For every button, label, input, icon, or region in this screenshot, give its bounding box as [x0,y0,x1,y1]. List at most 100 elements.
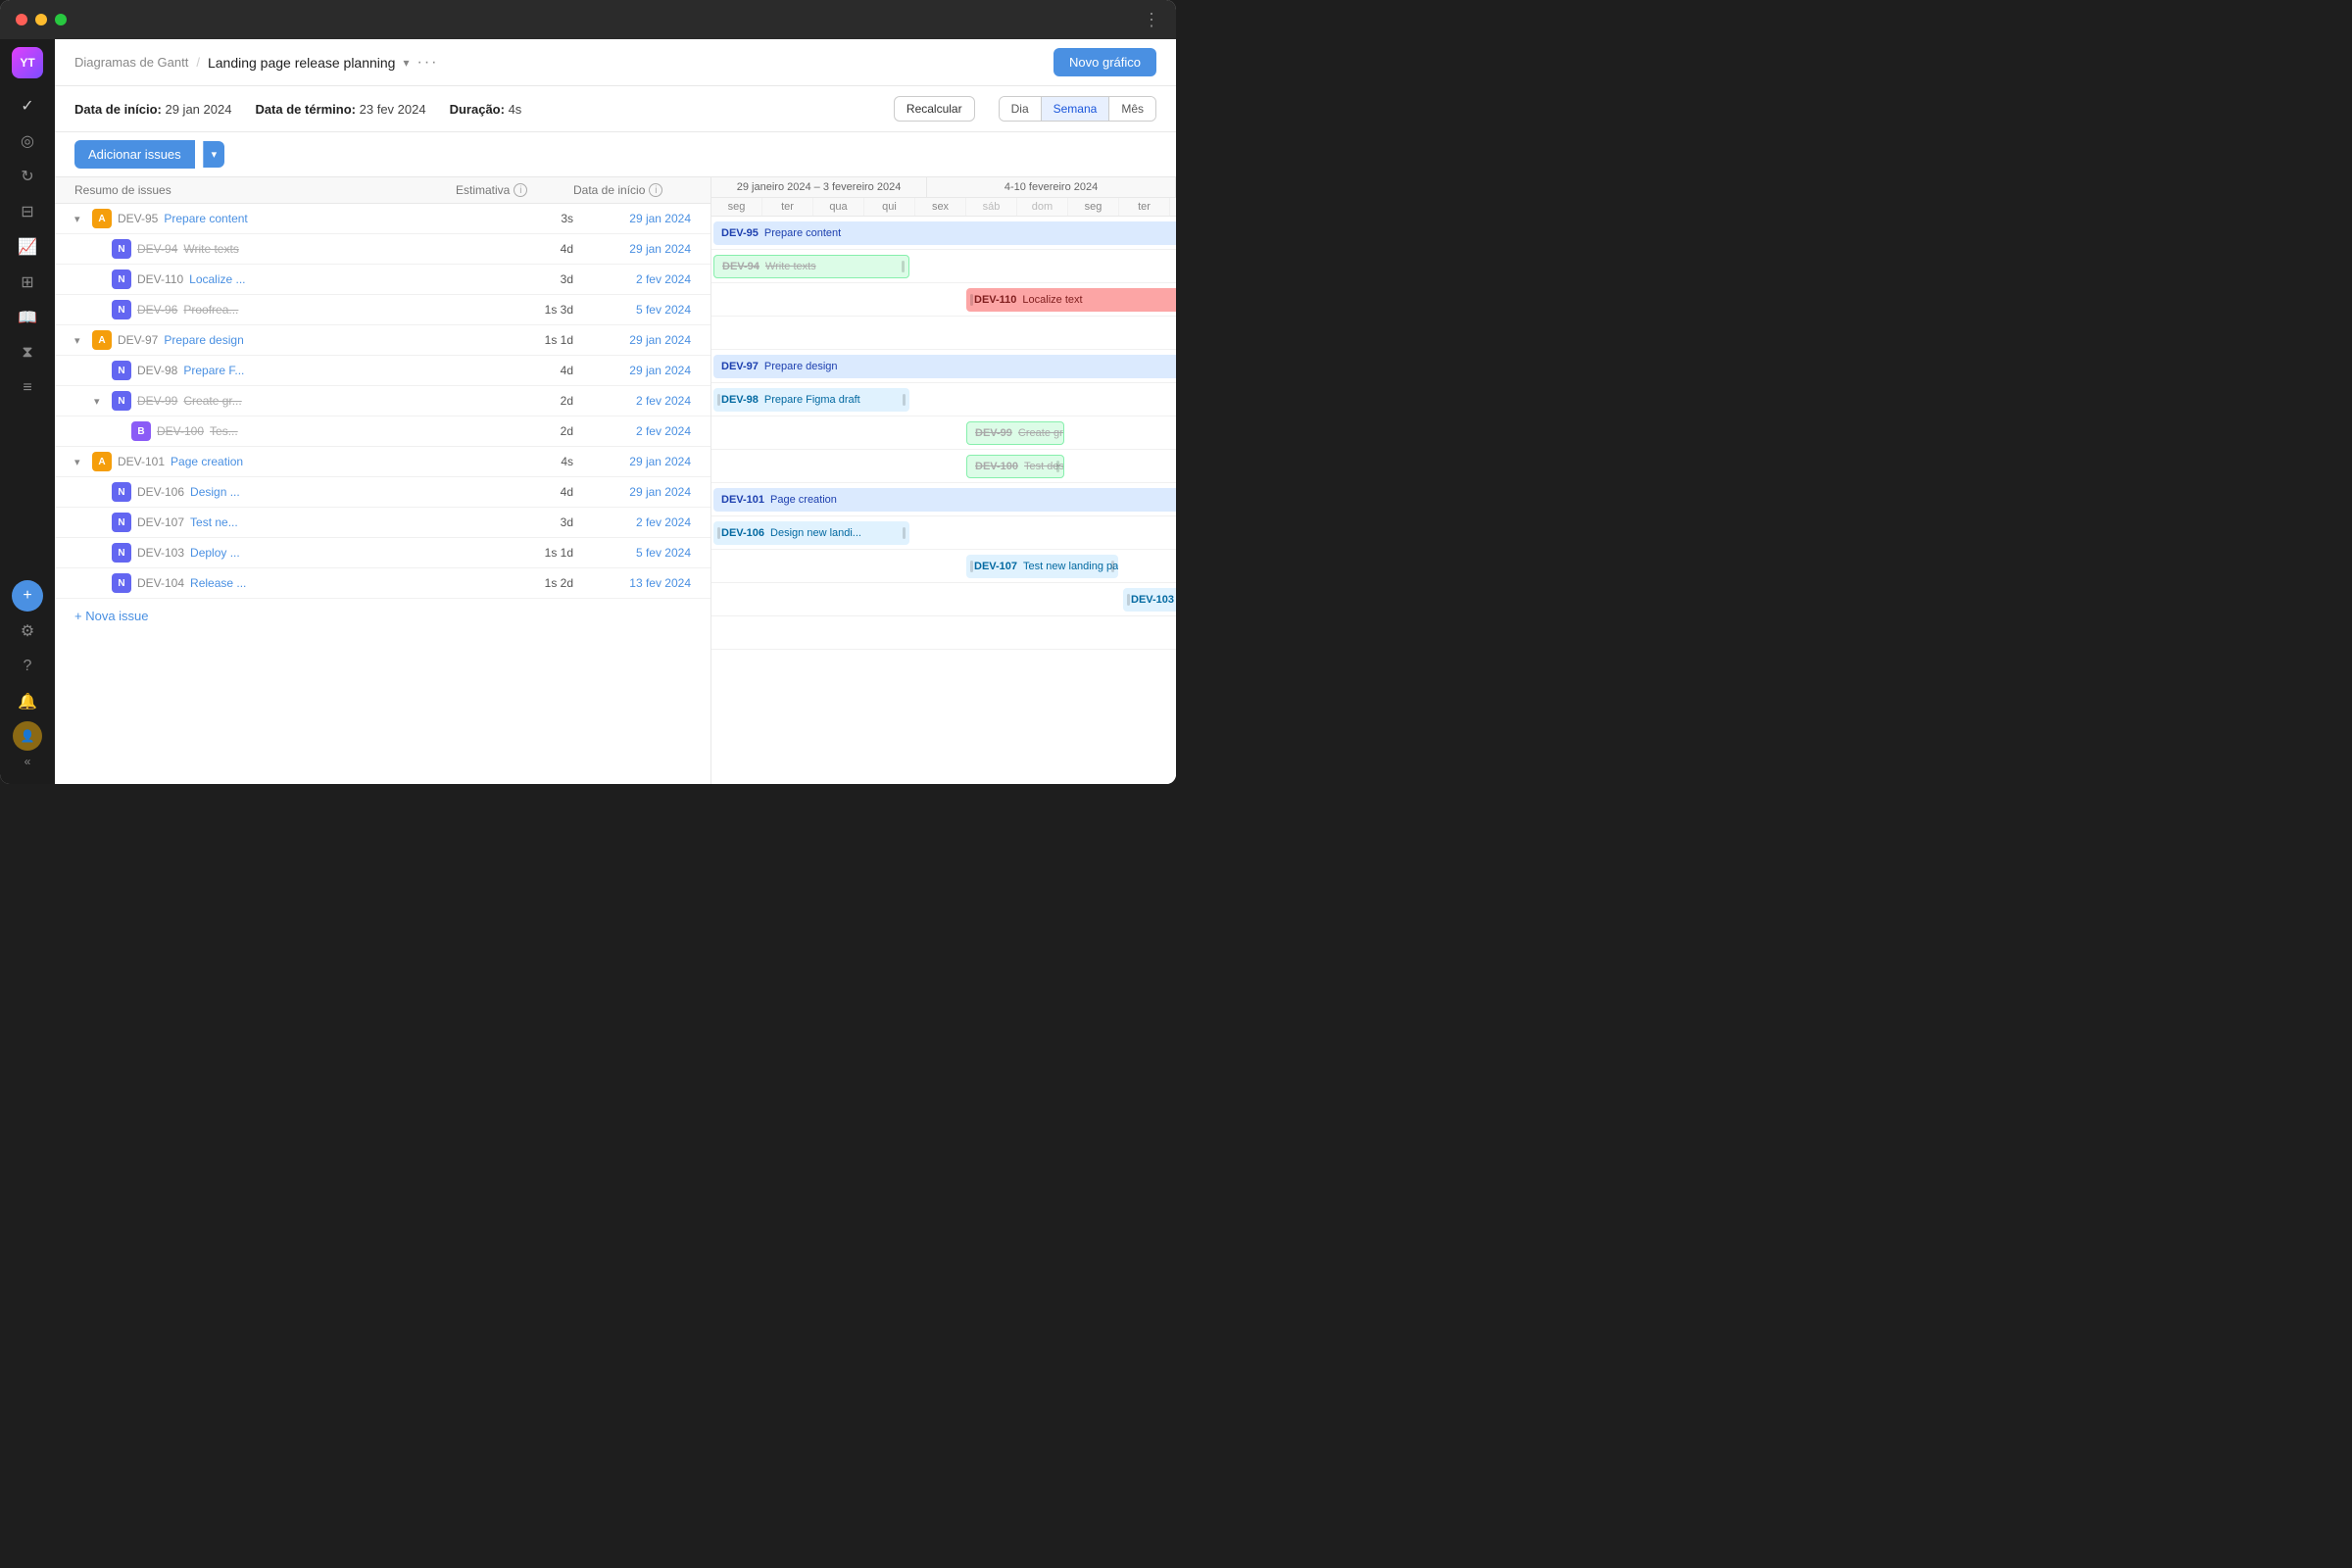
breadcrumb-parent[interactable]: Diagramas de Gantt [74,55,188,70]
sidebar-icon-layers[interactable]: ⊟ [12,196,43,227]
bar-resize-handle-left[interactable] [1127,594,1130,606]
sidebar-icon-list[interactable]: ≡ [12,372,43,404]
data-inicio-label: Data de início: 29 jan 2024 [74,102,231,117]
titlebar-menu[interactable]: ⋮ [1143,10,1160,30]
issue-title[interactable]: Prepare design [164,333,243,347]
bar-resize-handle[interactable] [902,261,905,272]
table-row[interactable]: B DEV-100 Tes... 2d 2 fev 2024 [55,416,710,447]
issue-title[interactable]: Create gr... [183,394,241,408]
sidebar-icon-circle[interactable]: ◎ [12,125,43,157]
gantt-bar-dev110[interactable]: DEV-110 Localize text [966,288,1176,312]
close-dot[interactable] [16,14,27,25]
issue-estimate: 1s 1d [456,333,573,347]
view-semana-button[interactable]: Semana [1041,97,1109,121]
issue-date: 29 jan 2024 [573,242,691,256]
bar-resize-handle[interactable] [1056,461,1059,472]
chevron-down-icon[interactable]: ▾ [403,56,409,70]
gear-icon[interactable]: ⚙ [12,615,43,647]
table-row[interactable]: ▾ N DEV-99 Create gr... 2d 2 fev 2024 [55,386,710,416]
issue-title[interactable]: Prepare content [164,212,247,225]
issue-title[interactable]: Design ... [190,485,240,499]
issue-title[interactable]: Proofreа... [183,303,238,317]
gantt-bar-dev98[interactable]: DEV-98 Prepare Figma draft [713,388,909,412]
table-row[interactable]: N DEV-106 Design ... 4d 29 jan 2024 [55,477,710,508]
gantt-day: seg [711,198,762,216]
expand-icon[interactable]: ▾ [74,334,86,347]
gantt-bar-dev101[interactable]: DEV-101 Page creation [713,488,1176,512]
issue-title[interactable]: Tes... [210,424,238,438]
gantt-row: DEV-99 Create graphics [711,416,1176,450]
view-mes-button[interactable]: Mês [1108,97,1155,121]
breadcrumb-more[interactable]: ··· [417,54,439,72]
user-avatar[interactable]: 👤 [13,721,42,751]
table-row[interactable]: N DEV-94 Write texts 4d 29 jan 2024 [55,234,710,265]
add-icon[interactable]: + [12,580,43,612]
table-row[interactable]: N DEV-96 Proofreа... 1s 3d 5 fev 2024 [55,295,710,325]
sidebar-bottom: + ⚙ ? 🔔 👤 « [12,580,43,776]
gantt-bar-dev107[interactable]: DEV-107 Test new landing page [966,555,1118,578]
view-dia-button[interactable]: Dia [1000,97,1041,121]
recalcular-button[interactable]: Recalcular [894,96,975,122]
issue-title[interactable]: Deploy ... [190,546,240,560]
issue-title[interactable]: Localize ... [189,272,245,286]
bar-resize-handle[interactable] [903,527,906,539]
breadcrumb-current[interactable]: Landing page release planning [208,55,396,71]
issue-id: DEV-97 [118,333,158,347]
sidebar-expand-button[interactable]: « [24,755,31,768]
table-row[interactable]: N DEV-103 Deploy ... 1s 1d 5 fev 2024 [55,538,710,568]
bar-resize-handle-left[interactable] [717,394,720,406]
table-row[interactable]: N DEV-110 Localize ... 3d 2 fev 2024 [55,265,710,295]
add-issues-dropdown-button[interactable]: ▾ [203,141,225,168]
novo-grafico-button[interactable]: Novo gráfico [1054,48,1156,76]
issue-estimate: 2d [456,394,573,408]
gantt-row: DEV-101 Page creation [711,483,1176,516]
question-icon[interactable]: ? [12,651,43,682]
sidebar-icon-timer[interactable]: ⧗ [12,337,43,368]
sidebar-icon-chart[interactable]: 📈 [12,231,43,263]
gantt-bar-dev94[interactable]: DEV-94 Write texts [713,255,909,278]
sidebar-icon-check[interactable]: ✓ [12,90,43,122]
table-row[interactable]: N DEV-98 Prepare F... 4d 29 jan 2024 [55,356,710,386]
gantt-row: DEV-97 Prepare design [711,350,1176,383]
table-row[interactable]: N DEV-104 Release ... 1s 2d 13 fev 2024 [55,568,710,599]
gantt-bar-dev97[interactable]: DEV-97 Prepare design [713,355,1176,378]
bar-resize-handle-left[interactable] [970,294,973,306]
topbar: Diagramas de Gantt / Landing page releas… [55,39,1176,86]
issue-date: 2 fev 2024 [573,424,691,438]
issue-title[interactable]: Page creation [171,455,243,468]
table-row[interactable]: ▾ A DEV-97 Prepare design 1s 1d 29 jan 2… [55,325,710,356]
minimize-dot[interactable] [35,14,47,25]
data-inicio-info-icon[interactable]: i [649,183,662,197]
app-logo[interactable]: YT [12,47,43,78]
issue-title[interactable]: Test ne... [190,515,238,529]
gantt-bar-dev95[interactable]: DEV-95 Prepare content [713,221,1176,245]
expand-icon[interactable]: ▾ [74,213,86,225]
issue-title[interactable]: Release ... [190,576,246,590]
estimativa-info-icon[interactable]: i [514,183,527,197]
bar-resize-handle-left[interactable] [970,561,973,572]
issue-id: DEV-96 [137,303,177,317]
table-row[interactable]: N DEV-107 Test ne... 3d 2 fev 2024 [55,508,710,538]
add-issues-button[interactable]: Adicionar issues [74,140,195,169]
issue-title[interactable]: Write texts [183,242,238,256]
table-row[interactable]: ▾ A DEV-95 Prepare content 3s 29 jan 202… [55,204,710,234]
bell-icon[interactable]: 🔔 [12,686,43,717]
nova-issue-button[interactable]: + Nova issue [55,599,710,633]
table-row[interactable]: ▾ A DEV-101 Page creation 4s 29 jan 2024 [55,447,710,477]
issue-id: DEV-95 [118,212,158,225]
bar-resize-handle[interactable] [903,394,906,406]
sidebar-icon-book[interactable]: 📖 [12,302,43,333]
bar-resize-handle[interactable] [1111,561,1114,572]
gantt-bar-dev99[interactable]: DEV-99 Create graphics [966,421,1064,445]
issue-date: 5 fev 2024 [573,546,691,560]
sidebar-icon-grid[interactable]: ⊞ [12,267,43,298]
bar-resize-handle-left[interactable] [717,527,720,539]
gantt-bar-dev106[interactable]: DEV-106 Design new landi... [713,521,909,545]
maximize-dot[interactable] [55,14,67,25]
gantt-bar-dev103[interactable]: DEV-103 Deploy on stagi... [1123,588,1176,612]
issue-title[interactable]: Prepare F... [183,364,244,377]
expand-icon[interactable]: ▾ [94,395,106,408]
expand-icon[interactable]: ▾ [74,456,86,468]
gantt-bar-dev100[interactable]: DEV-100 Test designs [966,455,1064,478]
sidebar-icon-refresh[interactable]: ↻ [12,161,43,192]
